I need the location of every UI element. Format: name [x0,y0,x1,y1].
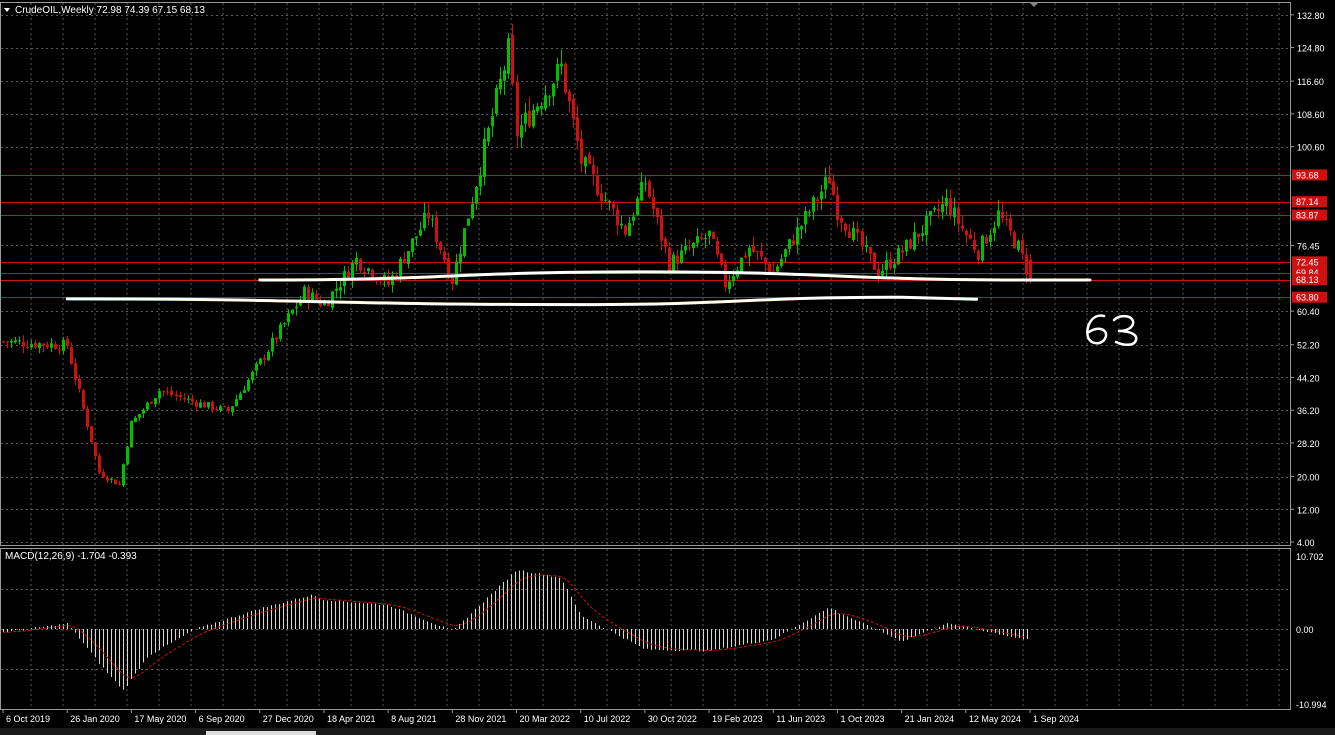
candle [122,463,125,487]
candle [495,84,498,117]
time-tick-label: 19 Feb 2023 [712,714,763,724]
candle [98,453,101,475]
candle [648,179,651,200]
level-tag: 72.45 [1292,256,1327,268]
time-tick-label: 17 May 2020 [134,714,186,724]
candle [672,252,675,273]
level-tag: 83.87 [1292,209,1327,221]
candle [82,388,85,411]
candle [126,445,129,466]
price-tick-label: 36.20 [1297,406,1320,416]
time-tick-label: 1 Oct 2023 [840,714,884,724]
svg-text:72.45: 72.45 [1296,257,1319,267]
time-tick-label: 10 Jul 2022 [584,714,631,724]
price-tick-label: 108.60 [1297,110,1325,120]
level-tag: 93.68 [1292,169,1327,181]
candle [86,405,89,431]
time-tick-label: 30 Oct 2022 [648,714,697,724]
candle [909,238,912,250]
candle [90,426,93,444]
macd-title: MACD(12,26,9) -1.704 -0.393 [5,551,137,562]
price-tick-label: 132.80 [1297,11,1325,21]
price-tick-label: 52.20 [1297,341,1320,351]
time-tick-label: 26 Jan 2020 [70,714,120,724]
time-tick-label: 11 Jun 2023 [776,714,825,724]
candle [303,284,306,303]
svg-text:87.14: 87.14 [1296,197,1319,207]
time-tick-label: 8 Aug 2021 [391,714,437,724]
price-tick-label: 76.45 [1297,241,1320,251]
time-tick-label: 18 Apr 2021 [327,714,376,724]
price-tick-label: 4.00 [1297,538,1315,548]
time-tick-label: 27 Dec 2020 [263,714,314,724]
price-tick-label: 20.00 [1297,473,1320,483]
price-tick-label: 28.20 [1297,439,1320,449]
time-tick-label: 21 Jan 2024 [905,714,955,724]
price-tick-label: 100.60 [1297,143,1325,153]
candle [740,257,743,274]
time-tick-label: 6 Oct 2019 [6,714,50,724]
candle [636,195,639,217]
chart-window: 132.80 124.80 116.60 108.60 100.60 76.45 60.40… [0,0,1335,735]
level-tag: 68.13 [1292,274,1327,286]
candle [130,420,133,448]
candle [279,321,282,342]
time-tick-label: 28 Nov 2021 [455,714,506,724]
candle [564,62,567,95]
macd-tick-label: 0.00 [1296,625,1314,635]
time-tick-label: 20 Mar 2022 [520,714,571,724]
candle [114,479,117,485]
svg-text:68.13: 68.13 [1296,275,1319,285]
time-tick-label: 1 Sep 2024 [1033,714,1079,724]
time-tick-label: 12 May 2024 [969,714,1021,724]
candle [1013,230,1016,249]
candle [247,378,250,392]
price-tick-label: 12.00 [1297,505,1320,515]
chart-title: CrudeOIL,Weekly 72.98 74.39 67.15 68.13 [15,5,205,16]
candle [712,230,715,240]
price-tick-label: 124.80 [1297,44,1325,54]
candle [507,32,510,79]
candle [463,227,466,258]
time-tick-label: 6 Sep 2020 [199,714,245,724]
price-tick-label: 116.60 [1297,77,1324,87]
candle [624,224,627,237]
candle [467,218,470,226]
svg-text:83.87: 83.87 [1296,211,1319,221]
svg-text:63.80: 63.80 [1296,293,1319,303]
candle [873,251,876,271]
candle [981,234,984,263]
macd-tick-label: -10.994 [1296,700,1327,710]
level-tag: 87.14 [1292,196,1327,208]
price-tick-label: 60.40 [1297,307,1320,317]
macd-tick-label: 10.702 [1296,552,1324,562]
candle [724,259,727,292]
level-tag: 63.80 [1292,291,1327,303]
svg-text:93.68: 93.68 [1296,170,1319,180]
price-tick-label: 44.20 [1297,373,1320,383]
